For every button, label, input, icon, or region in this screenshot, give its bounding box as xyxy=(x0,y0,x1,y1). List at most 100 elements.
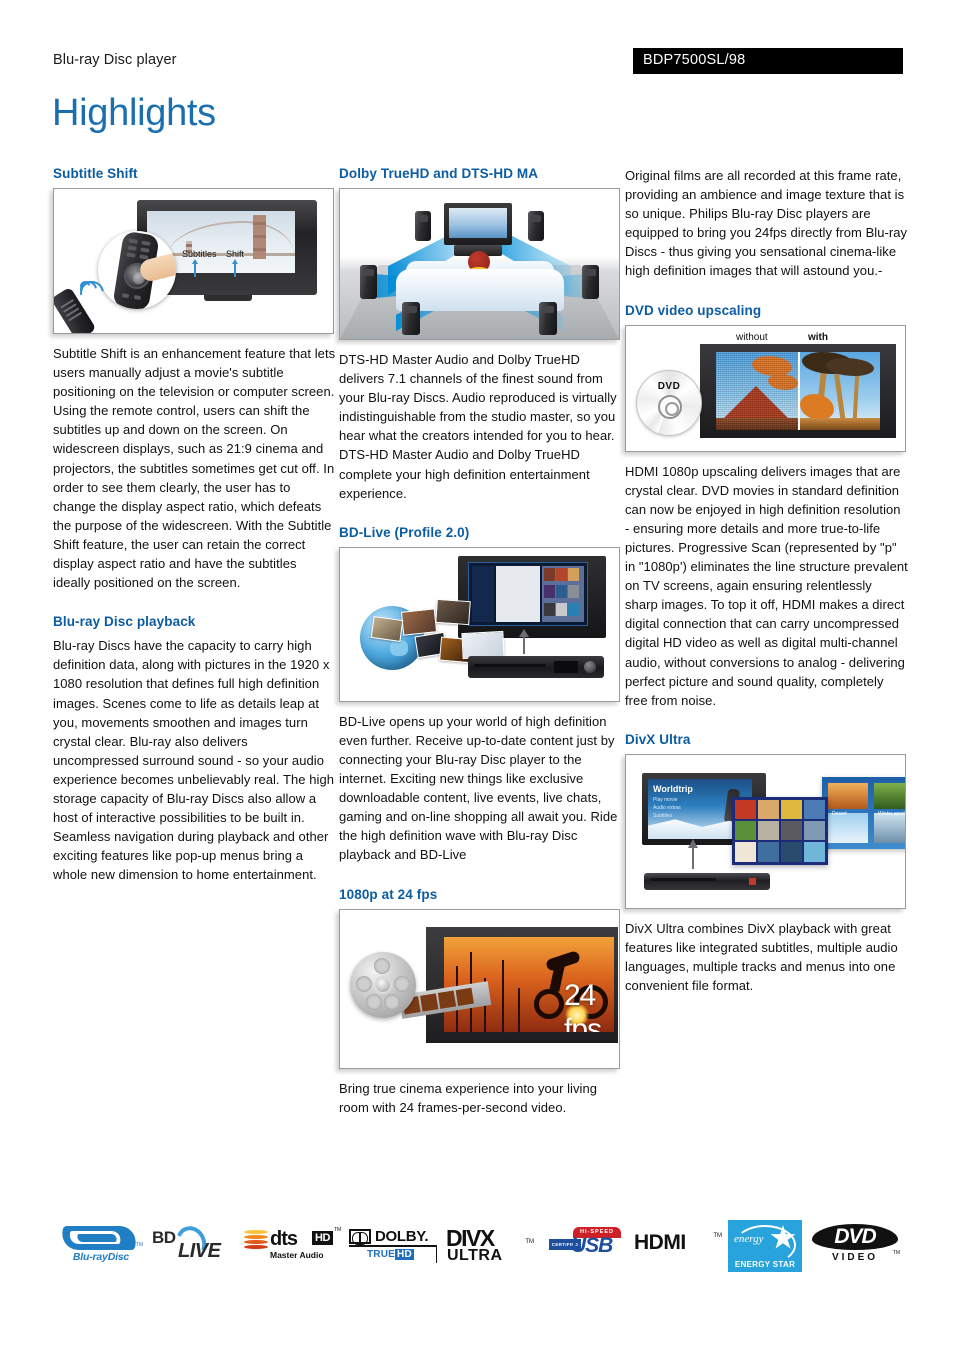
shift-arrow-right-icon xyxy=(232,259,238,277)
screen-half-with xyxy=(798,351,880,430)
speaker-side-right xyxy=(582,265,599,299)
body-dolby-dts: DTS-HD Master Audio and Dolby TrueHD del… xyxy=(339,352,617,501)
player-knob-icon xyxy=(584,660,596,673)
speaker-front-right xyxy=(528,211,544,241)
ultra-wordmark: ULTRA xyxy=(447,1247,503,1264)
page-header: Blu-ray Disc player BDP7500SL/98 xyxy=(53,48,903,76)
section-heading-dolby-dts: Dolby TrueHD and DTS-HD MA xyxy=(339,166,539,181)
24fps-figure: 24 fps xyxy=(339,908,620,1069)
dts-tm: TM xyxy=(334,1227,342,1233)
certification-logo-bar: TM Blu-rayDisc BD LIVE dts HD TM Master … xyxy=(53,1215,903,1277)
ground-icon xyxy=(798,417,880,430)
blu-ray-mark-icon xyxy=(58,1226,140,1250)
bluray-player-icon xyxy=(644,872,770,890)
bridge-tower-near-icon xyxy=(253,215,266,259)
section-heading-24fps: 1080p at 24 fps xyxy=(339,886,438,902)
product-category: Blu-ray Disc player xyxy=(53,52,177,68)
dolby-divider xyxy=(436,1247,437,1263)
model-code: BDP7500SL/98 xyxy=(643,52,746,68)
page-title: Highlights xyxy=(52,92,216,134)
surround-sound-figure xyxy=(339,188,620,340)
column-1: Subtitle Shift Subtitles Shift Subtitle … xyxy=(53,166,336,884)
hdmi-logo: HDMI TM xyxy=(631,1218,723,1274)
dts-ellipse-icon xyxy=(244,1230,268,1250)
bd-live-figure xyxy=(339,546,620,702)
menu-sidebar xyxy=(472,565,494,622)
dolby-wordmark: DOLBY. xyxy=(375,1227,429,1245)
tv-icon xyxy=(444,203,512,245)
energy-wordmark: energy xyxy=(734,1233,764,1245)
menu-title: Worldtrip xyxy=(653,783,693,794)
blu-ray-disc-logo: TM Blu-rayDisc xyxy=(53,1218,149,1274)
body-subtitle-shift: Subtitle Shift is an enhancement feature… xyxy=(53,346,336,591)
bluray-player-icon xyxy=(468,655,604,678)
tv-screen-comparison xyxy=(716,351,880,430)
usb-certified-logo: HI-SPEED CERTIFIED USB xyxy=(539,1218,631,1274)
content-photo-3 xyxy=(370,615,404,642)
section-heading-bluray-playback: Blu-ray Disc playback xyxy=(53,614,196,630)
body-24fps: Bring true cinema experience into your l… xyxy=(339,1080,598,1115)
divx-tm: TM xyxy=(525,1239,534,1245)
energy-star-logo: energy ENERGY STAR xyxy=(723,1218,807,1274)
section-heading-bd-live: BD-Live (Profile 2.0) xyxy=(339,524,470,540)
video-wordmark: VIDEO xyxy=(831,1252,879,1263)
divx-thumbnail-grid xyxy=(732,796,828,865)
noise-overlay xyxy=(716,351,798,430)
panel-label-desert: Desert xyxy=(832,810,847,817)
content-photo-6 xyxy=(461,630,505,659)
menu-list xyxy=(496,565,540,622)
hdmi-wordmark: HDMI xyxy=(634,1231,686,1254)
dvd-disc-icon: DVD xyxy=(636,369,702,436)
tree-silhouette-4 xyxy=(502,959,504,1032)
hd-label: HD xyxy=(395,1249,414,1260)
body-divx-ultra: DivX Ultra combines DivX playback with g… xyxy=(625,920,898,994)
label-without: without xyxy=(736,331,768,343)
usb-wordmark: USB xyxy=(571,1234,613,1257)
dvd-upscaling-figure: without with DVD xyxy=(625,324,906,452)
dts-wordmark: dts xyxy=(270,1228,298,1250)
body-bd-live: BD-Live opens up your world of high defi… xyxy=(339,713,618,863)
dvd-hub-ring xyxy=(658,394,682,419)
playback-arrow-icon xyxy=(688,838,698,869)
tv-stand-icon xyxy=(204,295,252,301)
content-photo-2 xyxy=(435,598,471,625)
true-label: TRUE xyxy=(367,1249,396,1260)
menu-item-audio-extras: Audio extras xyxy=(653,804,681,811)
section-heading-divx-ultra: DivX Ultra xyxy=(625,731,691,747)
panel-label-winter-sports: Winter sports xyxy=(878,810,905,817)
bd-wordmark: BD xyxy=(152,1228,176,1247)
screen-half-without xyxy=(716,351,798,430)
fps-overlay-text: 24 fps xyxy=(564,978,602,1032)
dvd-disc-label: DVD xyxy=(657,380,681,392)
speaker-rear-left xyxy=(402,302,420,335)
body-hdmi-upscaling: HDMI 1080p upscaling delivers images tha… xyxy=(625,463,908,708)
hdmi-tm: TM xyxy=(713,1233,722,1239)
energy-star-label: ENERGY STAR xyxy=(728,1258,802,1272)
speaker-front-left xyxy=(415,211,431,241)
column-3: Original films are all recorded at this … xyxy=(625,166,908,995)
divx-ultra-figure: Worldtrip Play movie Audio extras Subtit… xyxy=(625,753,906,909)
speaker-side-left xyxy=(360,265,377,299)
bd-live-logo: BD LIVE xyxy=(149,1218,241,1274)
label-with: with xyxy=(808,331,828,343)
model-code-bar: BDP7500SL/98 xyxy=(633,48,903,74)
shift-label: Shift xyxy=(226,249,245,259)
dolby-truehd-logo: DOLBY. TRUE HD xyxy=(345,1218,441,1274)
live-wordmark: LIVE xyxy=(178,1240,221,1262)
dts-hd-logo: dts HD TM Master Audio xyxy=(241,1218,345,1274)
tree-silhouette-5 xyxy=(518,987,520,1032)
ir-signal-icon xyxy=(75,276,110,311)
menu-item-subtitles: Subtitles xyxy=(653,812,673,819)
body-bluray-playback: Blu-ray Discs have the capacity to carry… xyxy=(53,638,335,883)
divx-ultra-logo: DIVX TM ULTRA xyxy=(441,1218,539,1274)
player-led-icon xyxy=(749,877,756,885)
subtitle-shift-figure: Subtitles Shift xyxy=(53,188,334,334)
speaker-rear-right xyxy=(539,302,557,335)
player-display-icon xyxy=(554,660,578,673)
section-heading-subtitle-shift: Subtitle Shift xyxy=(53,166,138,181)
column-2: Dolby TrueHD and DTS-HD MA DTS-HD Master… xyxy=(339,166,622,1117)
bd-live-menu-screen xyxy=(468,561,588,626)
film-reel-icon xyxy=(350,951,416,1018)
comparison-divider xyxy=(798,351,800,430)
section-heading-dvd-upscaling: DVD video upscaling xyxy=(625,302,762,318)
